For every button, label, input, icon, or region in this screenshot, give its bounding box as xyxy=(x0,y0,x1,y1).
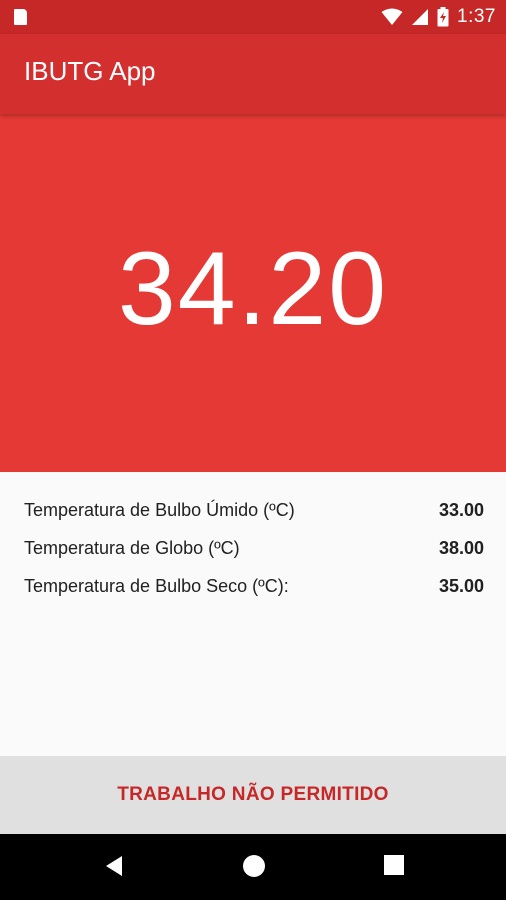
recents-icon[interactable] xyxy=(383,854,405,876)
reading-label: Temperatura de Bulbo Úmido (ºC) xyxy=(24,499,295,520)
reading-label: Temperatura de Globo (ºC) xyxy=(24,537,240,558)
ibutg-value: 34.20 xyxy=(117,231,389,347)
sd-card-icon xyxy=(14,9,27,25)
reading-globe: Temperatura de Globo (ºC) 38.00 xyxy=(24,529,484,567)
app-title: IBUTG App xyxy=(24,56,156,86)
reading-value: 38.00 xyxy=(438,537,484,558)
cell-signal-icon xyxy=(412,9,429,25)
reading-value: 33.00 xyxy=(438,499,484,520)
reading-value: 35.00 xyxy=(438,575,484,596)
battery-charging-icon xyxy=(437,7,449,27)
status-time: 1:37 xyxy=(457,6,496,27)
reading-dry-bulb: Temperatura de Bulbo Seco (ºC): 35.00 xyxy=(24,567,484,605)
result-banner: TRABALHO NÃO PERMITIDO xyxy=(0,756,506,834)
wifi-icon xyxy=(381,8,403,25)
reading-wet-bulb: Temperatura de Bulbo Úmido (ºC) 33.00 xyxy=(24,491,484,529)
ibutg-panel: 34.20 xyxy=(0,114,506,472)
reading-label: Temperatura de Bulbo Seco (ºC): xyxy=(24,575,289,596)
navigation-bar xyxy=(0,834,506,900)
back-icon[interactable] xyxy=(104,854,124,878)
status-icons: 1:37 xyxy=(381,0,496,34)
home-icon[interactable] xyxy=(242,854,266,878)
result-text: TRABALHO NÃO PERMITIDO xyxy=(117,784,389,805)
status-bar: 1:37 xyxy=(0,0,506,34)
app-bar: IBUTG App xyxy=(0,34,506,114)
